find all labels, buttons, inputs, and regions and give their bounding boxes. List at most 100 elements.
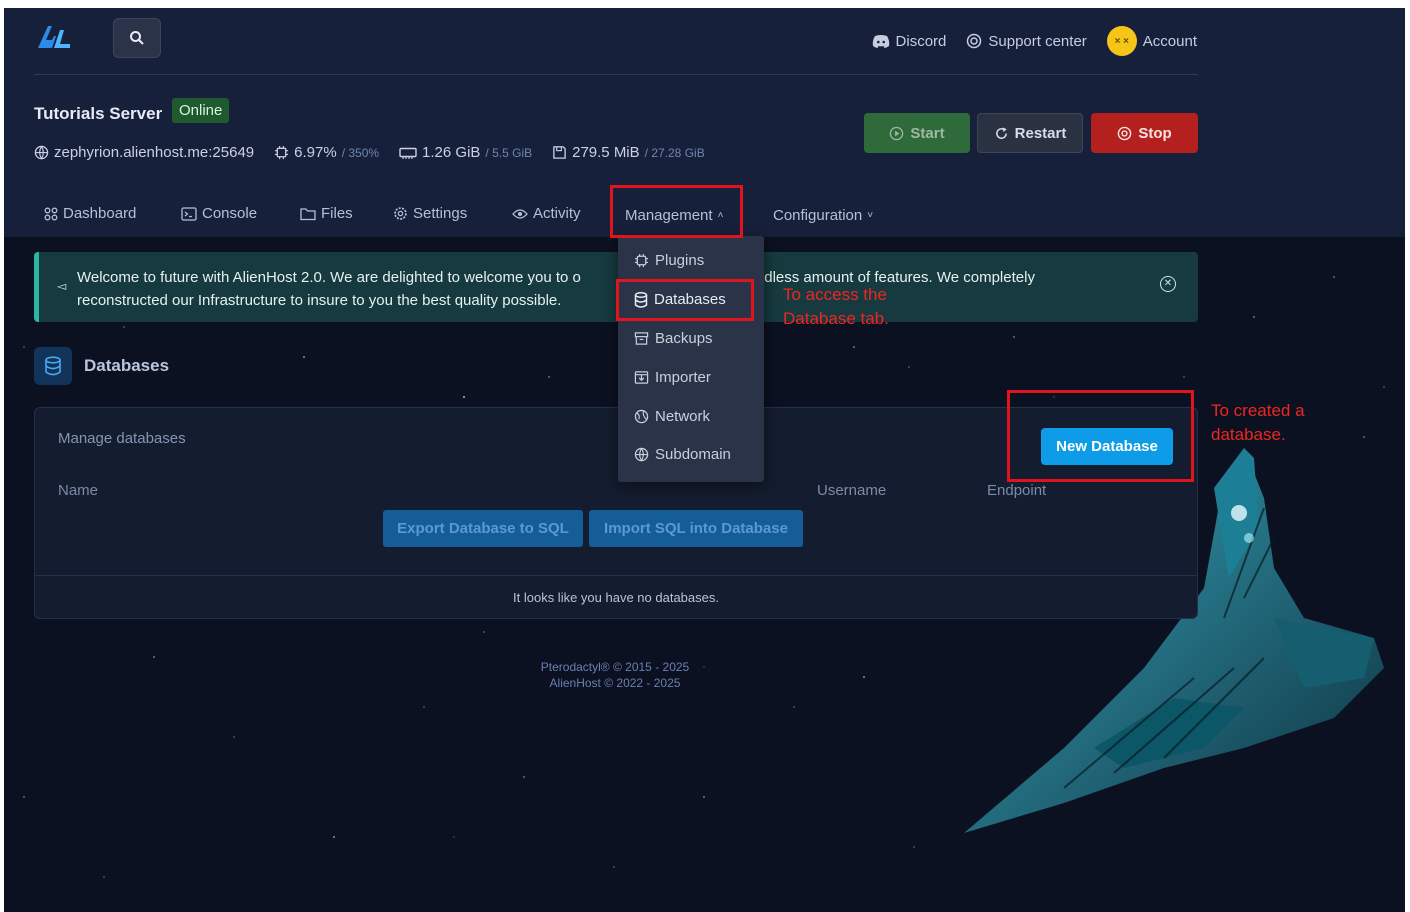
import-sql-button[interactable]: Import SQL into Database xyxy=(589,510,803,547)
memory-used: 1.26 GiB xyxy=(422,144,481,161)
management-dropdown: Plugins Databases Backups Importer Netwo… xyxy=(618,236,764,482)
banner-text-left: Welcome to future with AlienHost 2.0. We… xyxy=(77,269,581,286)
menu-item-subdomain[interactable]: Subdomain xyxy=(634,446,731,463)
menu-item-plugins-label: Plugins xyxy=(655,252,705,269)
eye-icon xyxy=(512,208,528,219)
tab-dashboard[interactable]: Dashboard xyxy=(44,205,136,222)
memory-max: / 5.5 GiB xyxy=(485,145,533,160)
support-center-link[interactable]: Support center xyxy=(966,32,1087,50)
cpu-usage: 6.97% / 350% xyxy=(274,144,379,161)
tab-configuration[interactable]: Configuration ˅ xyxy=(773,207,873,224)
menu-item-backups-label: Backups xyxy=(655,330,713,347)
annotation-create-database: To created a database. xyxy=(1211,399,1305,447)
disk-max: / 27.28 GiB xyxy=(644,145,705,160)
start-button[interactable]: Start xyxy=(864,113,970,153)
tab-console-label: Console xyxy=(202,205,258,222)
header-divider xyxy=(34,74,1198,75)
page-title: Databases xyxy=(84,356,170,375)
cpu-used: 6.97% xyxy=(294,144,337,161)
app-frame: Discord Support center × × Account Tutor… xyxy=(4,8,1405,912)
search-button[interactable] xyxy=(113,18,161,58)
tab-settings-label: Settings xyxy=(413,205,468,222)
alienhost-logo[interactable] xyxy=(34,22,74,52)
memory-usage: 1.26 GiB / 5.5 GiB xyxy=(399,144,532,161)
import-icon xyxy=(634,371,649,384)
cpu-max: / 350% xyxy=(341,145,380,160)
panel-divider xyxy=(35,575,1197,576)
tab-files-label: Files xyxy=(321,205,353,222)
archive-icon xyxy=(634,332,649,345)
world-icon xyxy=(634,447,649,462)
chip-icon xyxy=(634,253,649,268)
footer-pterodactyl: Pterodactyl® © 2015 - 2025 xyxy=(540,660,690,674)
banner-text-line2: reconstructed our Infrastructure to insu… xyxy=(77,292,562,309)
management-highlight-box xyxy=(610,185,743,238)
terminal-icon xyxy=(181,206,197,221)
panel-subtitle: Manage databases xyxy=(58,430,186,447)
support-center-label: Support center xyxy=(988,32,1087,50)
tab-files[interactable]: Files xyxy=(300,205,353,222)
discord-link[interactable]: Discord xyxy=(872,32,947,50)
footer-alienhost: AlienHost © 2022 - 2025 xyxy=(549,676,681,690)
menu-item-importer[interactable]: Importer xyxy=(634,369,711,386)
menu-item-subdomain-label: Subdomain xyxy=(655,446,731,463)
export-database-button[interactable]: Export Database to SQL xyxy=(383,510,583,547)
annotation-database-tab: To access the Database tab. xyxy=(783,283,889,331)
tab-activity-label: Activity xyxy=(533,205,581,222)
column-username: Username xyxy=(817,482,887,499)
refresh-icon xyxy=(995,126,1007,139)
globe-icon xyxy=(634,409,649,424)
folder-icon xyxy=(300,207,316,220)
tab-activity[interactable]: Activity xyxy=(512,205,581,222)
start-label: Start xyxy=(910,124,945,142)
cpu-icon xyxy=(275,145,289,160)
restart-button[interactable]: Restart xyxy=(977,113,1083,153)
search-icon xyxy=(130,31,144,45)
server-stats: zephyrion.alienhost.me:25649 6.97% / 350… xyxy=(34,144,705,161)
server-address-text: zephyrion.alienhost.me:25649 xyxy=(54,144,255,161)
footer: Pterodactyl® © 2015 - 2025 AlienHost © 2… xyxy=(484,659,746,691)
stop-button[interactable]: Stop xyxy=(1091,113,1198,153)
discord-label: Discord xyxy=(895,32,947,50)
database-title-icon xyxy=(34,347,72,385)
annotation-create-line2: database. xyxy=(1211,425,1286,444)
discord-icon xyxy=(872,35,889,48)
stop-circle-icon xyxy=(1118,126,1132,140)
annotation-database-tab-line2: Database tab. xyxy=(783,309,889,328)
gear-icon xyxy=(394,207,407,220)
menu-item-plugins[interactable]: Plugins xyxy=(634,252,704,269)
annotation-database-tab-line1: To access the xyxy=(783,285,887,304)
empty-state-message: It looks like you have no databases. xyxy=(513,590,719,605)
save-icon xyxy=(553,146,566,159)
menu-item-network-label: Network xyxy=(655,408,711,425)
chevron-down-icon: ˅ xyxy=(867,210,874,221)
tab-settings[interactable]: Settings xyxy=(393,205,467,222)
column-name: Name xyxy=(58,482,99,499)
server-name: Tutorials Server xyxy=(34,104,163,123)
memory-icon xyxy=(399,147,417,159)
avatar: × × xyxy=(1106,26,1137,56)
tab-configuration-label: Configuration xyxy=(773,207,863,224)
lifebuoy-icon xyxy=(967,33,982,49)
top-links: Discord Support center × × Account xyxy=(872,26,1197,56)
menu-item-backups[interactable]: Backups xyxy=(634,330,713,347)
new-database-highlight-box xyxy=(1007,390,1194,482)
close-icon[interactable]: ✕ xyxy=(1160,276,1176,292)
tab-console[interactable]: Console xyxy=(181,205,257,222)
disk-usage: 279.5 MiB / 27.28 GiB xyxy=(552,144,705,161)
globe-icon xyxy=(34,145,49,160)
menu-item-importer-label: Importer xyxy=(655,369,711,386)
disk-used: 279.5 MiB xyxy=(572,144,640,161)
annotation-create-line1: To created a xyxy=(1211,401,1305,420)
server-address: zephyrion.alienhost.me:25649 xyxy=(34,144,254,161)
stop-label: Stop xyxy=(1138,124,1172,142)
menu-item-network[interactable]: Network xyxy=(634,408,710,425)
play-circle-icon xyxy=(890,126,904,140)
banner-message: Welcome to future with AlienHost 2.0. We… xyxy=(77,266,1117,312)
tab-dashboard-label: Dashboard xyxy=(63,205,137,222)
megaphone-icon: ◅ xyxy=(57,279,67,293)
account-label: Account xyxy=(1142,32,1197,50)
restart-label: Restart xyxy=(1014,124,1067,142)
account-link[interactable]: × × Account xyxy=(1106,26,1197,56)
database-icon xyxy=(45,356,61,376)
